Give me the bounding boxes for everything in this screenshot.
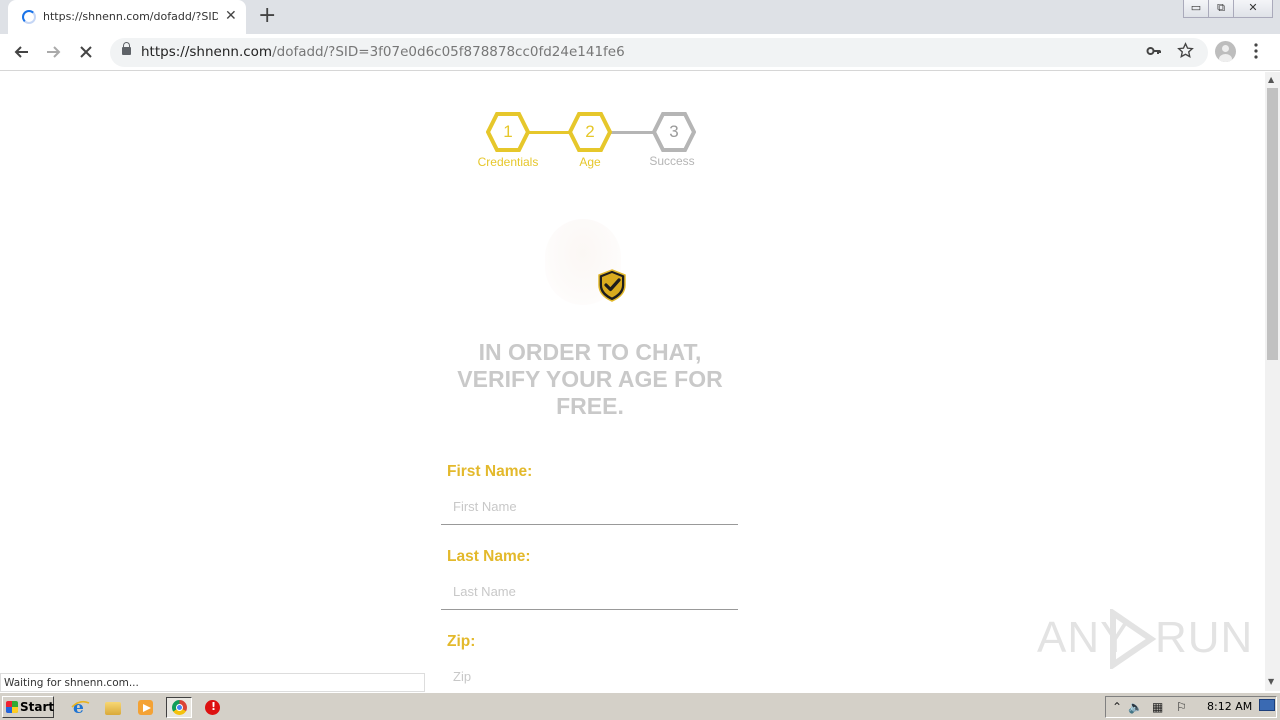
- tray-expand-icon[interactable]: ⌃: [1112, 699, 1122, 715]
- page-headline: IN ORDER TO CHAT, VERIFY YOUR AGE FOR FR…: [457, 339, 723, 419]
- show-desktop-icon[interactable]: [1259, 699, 1275, 711]
- step-1-label: Credentials: [477, 155, 539, 169]
- step-3-label: Success: [649, 154, 695, 168]
- network-icon[interactable]: ▦: [1152, 699, 1163, 715]
- zip-label: Zip:: [447, 633, 476, 650]
- watermark-right-text: RUN: [1155, 613, 1254, 662]
- key-icon[interactable]: [1146, 41, 1162, 64]
- restore-button[interactable]: ⧉: [1208, 0, 1234, 18]
- scrollbar-thumb[interactable]: [1267, 88, 1278, 360]
- svg-text:e: e: [73, 698, 84, 717]
- stop-loading-icon[interactable]: [73, 40, 99, 66]
- browser-toolbar: https://shnenn.com/dofadd/?SID=3f07e0d6c…: [0, 34, 1280, 71]
- start-button[interactable]: Start: [2, 696, 54, 718]
- taskbar-clock[interactable]: 8:12 AM: [1207, 700, 1252, 713]
- last-name-label: Last Name:: [447, 548, 531, 565]
- browser-status-bar: Waiting for shnenn.com...: [0, 673, 425, 692]
- action-center-flag-icon[interactable]: ⚐: [1176, 699, 1187, 715]
- url-text: https://shnenn.com/dofadd/?SID=3f07e0d6c…: [141, 44, 625, 60]
- page-scrollbar[interactable]: ▲ ▼: [1265, 72, 1280, 691]
- scroll-down-icon[interactable]: ▼: [1268, 677, 1274, 686]
- lock-icon: [122, 42, 131, 55]
- last-name-input[interactable]: [441, 574, 738, 610]
- step-3-hexagon: 3: [652, 112, 696, 152]
- file-explorer-icon[interactable]: [100, 697, 126, 718]
- step-connector: [611, 131, 655, 134]
- anyrun-watermark-logo: ANY RUN: [1037, 605, 1252, 675]
- scroll-up-icon[interactable]: ▲: [1268, 75, 1274, 84]
- step-1-hexagon: 1: [486, 112, 530, 152]
- forward-arrow-icon[interactable]: [41, 40, 67, 66]
- bookmark-star-icon[interactable]: [1177, 41, 1194, 64]
- first-name-label: First Name:: [447, 463, 533, 480]
- start-label: Start: [20, 700, 55, 714]
- tab-strip: https://shnenn.com/dofadd/?SID=3f ✕ + ▭ …: [0, 0, 1280, 34]
- windows-taskbar: Start e ! ⌃ 🔈 ▦ ⚐ 8:12 AM: [0, 692, 1280, 720]
- page-content: 1 2 3 Credentials Age Success IN ORDER T…: [0, 72, 1265, 691]
- step-2-hexagon: 2: [568, 112, 612, 152]
- internet-explorer-icon[interactable]: e: [67, 697, 93, 718]
- windows-logo-icon: [6, 701, 18, 713]
- volume-icon[interactable]: 🔈: [1128, 699, 1143, 715]
- step-2-label: Age: [579, 155, 601, 169]
- back-arrow-icon[interactable]: [8, 40, 34, 66]
- media-player-icon[interactable]: [133, 697, 159, 718]
- browser-tab[interactable]: https://shnenn.com/dofadd/?SID=3f ✕: [8, 0, 246, 34]
- first-name-input[interactable]: [441, 489, 738, 525]
- zip-input[interactable]: [441, 659, 738, 691]
- new-tab-button[interactable]: +: [258, 4, 276, 28]
- profile-avatar-icon[interactable]: [1215, 41, 1236, 62]
- step-2-number: 2: [585, 122, 595, 141]
- address-bar[interactable]: https://shnenn.com/dofadd/?SID=3f07e0d6c…: [110, 38, 1208, 67]
- step-3-number: 3: [669, 122, 679, 141]
- step-connector: [528, 131, 572, 134]
- tab-close-icon[interactable]: ✕: [225, 8, 237, 24]
- tab-title: https://shnenn.com/dofadd/?SID=3f: [43, 10, 218, 23]
- menu-dots-icon[interactable]: [1254, 41, 1258, 64]
- step-1-number: 1: [503, 122, 513, 141]
- minimize-button[interactable]: ▭: [1183, 0, 1209, 18]
- shield-check-icon: [597, 269, 627, 302]
- loading-spinner-icon: [22, 10, 36, 24]
- security-alert-icon[interactable]: !: [200, 697, 226, 718]
- chrome-taskbar-icon[interactable]: [166, 697, 192, 718]
- window-close-button[interactable]: ✕: [1233, 0, 1273, 18]
